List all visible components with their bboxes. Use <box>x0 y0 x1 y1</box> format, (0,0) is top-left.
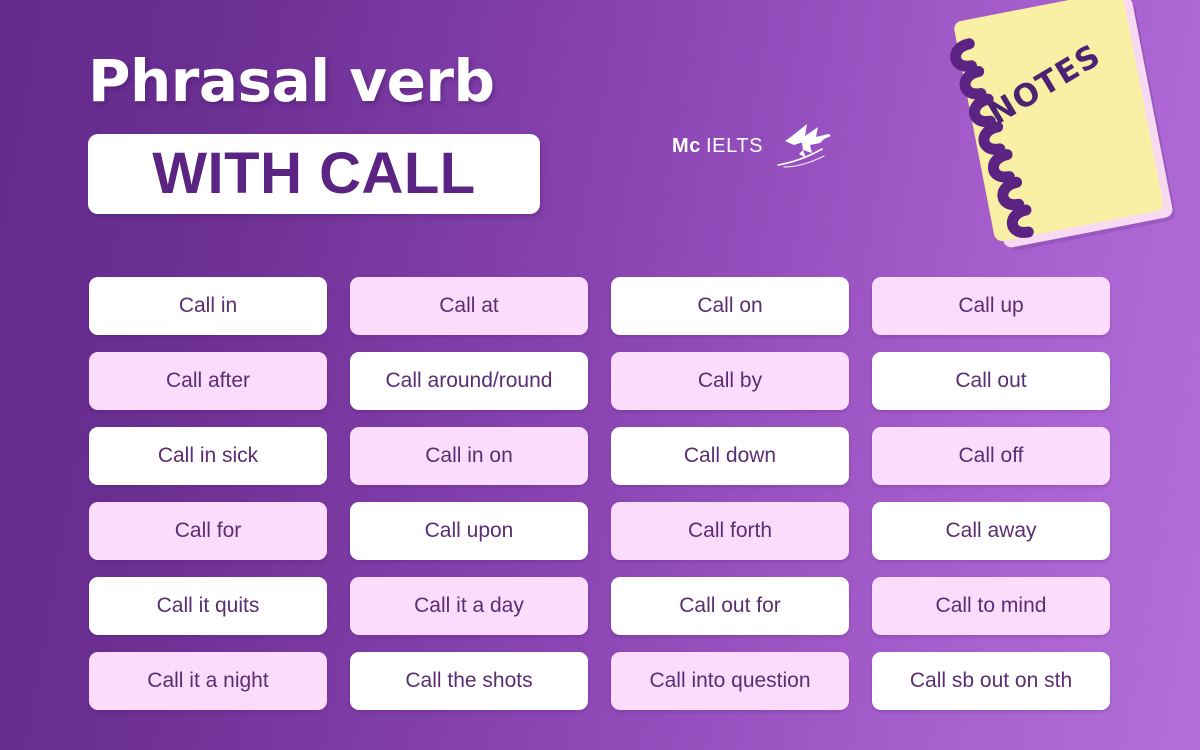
phrasal-verb-card[interactable]: Call to mind <box>872 577 1110 635</box>
phrasal-verb-card[interactable]: Call away <box>872 502 1110 560</box>
phrasal-verb-card[interactable]: Call upon <box>350 502 588 560</box>
phrasal-verb-card[interactable]: Call into question <box>611 652 849 710</box>
phrasal-verb-card[interactable]: Call in sick <box>89 427 327 485</box>
page-title-secondary: WITH CALL <box>152 141 476 206</box>
page-title-banner: WITH CALL <box>88 134 540 214</box>
brand-prefix: Mc <box>672 134 701 157</box>
phrasal-verb-card[interactable]: Call it quits <box>89 577 327 635</box>
notes-notebook-illustration: NOTES <box>950 0 1176 251</box>
hummingbird-icon <box>777 124 832 168</box>
phrasal-verb-card[interactable]: Call in <box>89 277 327 335</box>
phrasal-verb-card[interactable]: Call for <box>89 502 327 560</box>
phrasal-verb-card[interactable]: Call at <box>350 277 588 335</box>
phrasal-verb-card[interactable]: Call after <box>89 352 327 410</box>
brand-name: IELTS <box>705 134 764 157</box>
phrasal-verb-card[interactable]: Call out for <box>611 577 849 635</box>
phrasal-verb-card[interactable]: Call down <box>611 427 849 485</box>
phrasal-verb-card[interactable]: Call around/round <box>350 352 588 410</box>
phrasal-verb-card[interactable]: Call the shots <box>350 652 588 710</box>
phrasal-verb-grid: Call in Call at Call on Call up Call after Ca… <box>89 277 1113 710</box>
brand-logo: Mc IELTS <box>672 118 832 174</box>
phrasal-verb-card[interactable]: Call it a night <box>89 652 327 710</box>
phrasal-verb-card[interactable]: Call up <box>872 277 1110 335</box>
phrasal-verb-card[interactable]: Call sb out on sth <box>872 652 1110 710</box>
phrasal-verb-card[interactable]: Call in on <box>350 427 588 485</box>
brand-logo-text: Mc IELTS <box>672 135 763 158</box>
phrasal-verb-card[interactable]: Call out <box>872 352 1110 410</box>
page-title-primary: Phrasal verb <box>88 47 495 115</box>
phrasal-verb-card[interactable]: Call off <box>872 427 1110 485</box>
header: Phrasal verb WITH CALL Mc IELTS NOTES <box>0 0 1200 270</box>
phrasal-verb-card[interactable]: Call by <box>611 352 849 410</box>
phrasal-verb-card[interactable]: Call forth <box>611 502 849 560</box>
phrasal-verb-card[interactable]: Call on <box>611 277 849 335</box>
phrasal-verb-card[interactable]: Call it a day <box>350 577 588 635</box>
